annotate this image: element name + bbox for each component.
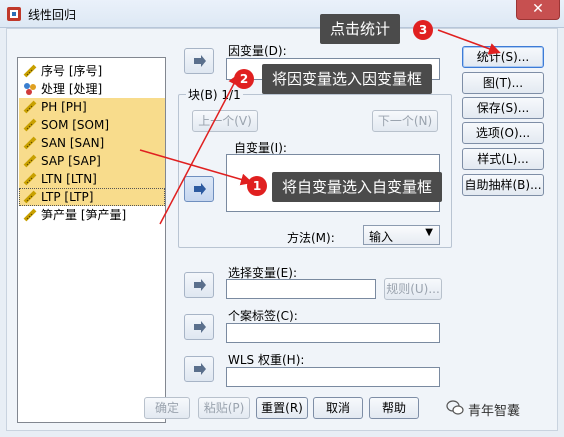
- wechat-icon: [446, 400, 464, 415]
- dependent-tip: 将因变量选入因变量框: [262, 64, 433, 94]
- watermark-text: 青年智囊: [468, 404, 521, 419]
- stats-tip: 点击统计: [320, 14, 401, 44]
- step-3-badge: 3: [413, 20, 433, 40]
- independent-tip: 将自变量选入自变量框: [272, 172, 443, 202]
- step-1-badge: 1: [247, 176, 267, 196]
- step-2-badge: 2: [234, 69, 254, 89]
